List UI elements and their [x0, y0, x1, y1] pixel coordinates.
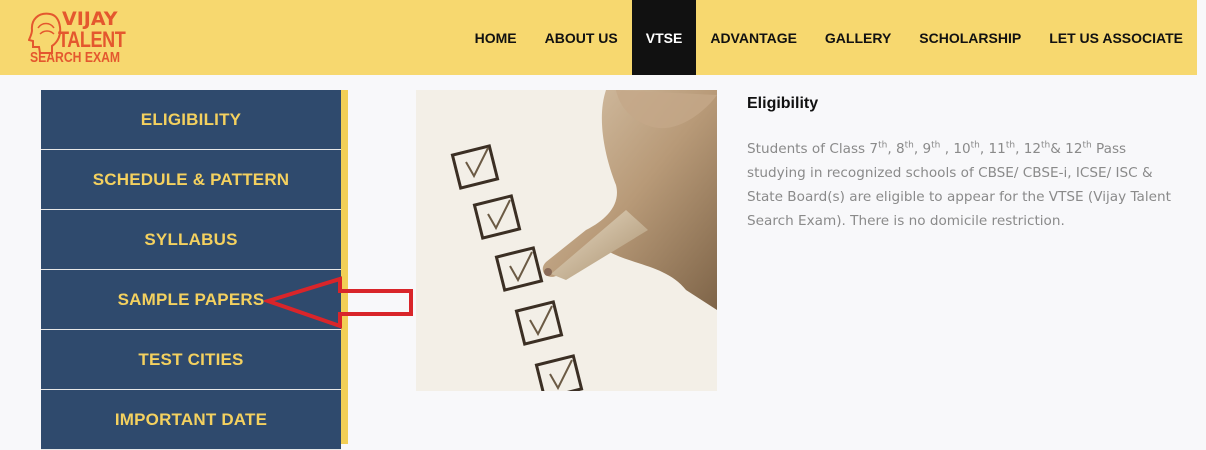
logo-line-search-exam: SEARCH EXAM: [30, 50, 121, 66]
sup-7: th: [1082, 140, 1092, 151]
head-silhouette-icon: [28, 12, 62, 54]
para-text-3: , 9: [913, 141, 932, 157]
sidebar-item-test-cities[interactable]: TEST CITIES: [41, 330, 341, 390]
eligibility-content: Eligibility Students of Class 7th, 8th, …: [747, 90, 1177, 233]
sup-5: th: [1005, 140, 1016, 151]
sup-4: th: [970, 140, 980, 151]
nav-let-us-associate[interactable]: LET US ASSOCIATE: [1035, 0, 1197, 75]
sidebar-item-syllabus[interactable]: SYLLABUS: [41, 210, 341, 270]
checklist-photo: [416, 90, 717, 391]
nav-about-us[interactable]: ABOUT US: [531, 0, 632, 75]
sup-6: th: [1041, 140, 1051, 151]
nav-advantage[interactable]: ADVANTAGE: [696, 0, 811, 75]
nav-gallery[interactable]: GALLERY: [811, 0, 905, 75]
sidebar-accent-bar: [341, 90, 348, 444]
sup-2: th: [904, 140, 914, 151]
para-text-4: , 10: [940, 141, 971, 157]
para-text-6: , 12: [1015, 141, 1042, 157]
content-heading: Eligibility: [747, 95, 819, 112]
nav-scholarship[interactable]: SCHOLARSHIP: [905, 0, 1035, 75]
nav-home[interactable]: HOME: [461, 0, 531, 75]
vtse-sidebar-menu: ELIGIBILITY SCHEDULE & PATTERN SYLLABUS …: [41, 90, 341, 450]
para-text-2: , 8: [887, 141, 905, 157]
sup-3: th: [931, 140, 941, 151]
site-header: VIJAY TALENT SEARCH EXAM HOME ABOUT US V…: [0, 0, 1197, 75]
nav-vtse[interactable]: VTSE: [631, 0, 697, 75]
main-nav: HOME ABOUT US VTSE ADVANTAGE GALLERY SCH…: [461, 0, 1197, 75]
para-text-1: Students of Class 7: [747, 141, 879, 157]
sidebar-item-eligibility[interactable]: ELIGIBILITY: [41, 90, 341, 150]
sup-1: th: [878, 140, 888, 151]
checklist-pen-illustration: [416, 90, 717, 391]
para-text-7: & 12: [1050, 141, 1083, 157]
sidebar-item-important-date[interactable]: IMPORTANT DATE: [41, 390, 341, 450]
para-text-5: , 11: [979, 141, 1006, 157]
red-arrow-annotation-icon: [264, 276, 413, 329]
sidebar-item-schedule-pattern[interactable]: SCHEDULE & PATTERN: [41, 150, 341, 210]
site-logo[interactable]: VIJAY TALENT SEARCH EXAM: [28, 8, 128, 68]
content-paragraph: Students of Class 7th, 8th, 9th , 10th, …: [747, 137, 1177, 233]
